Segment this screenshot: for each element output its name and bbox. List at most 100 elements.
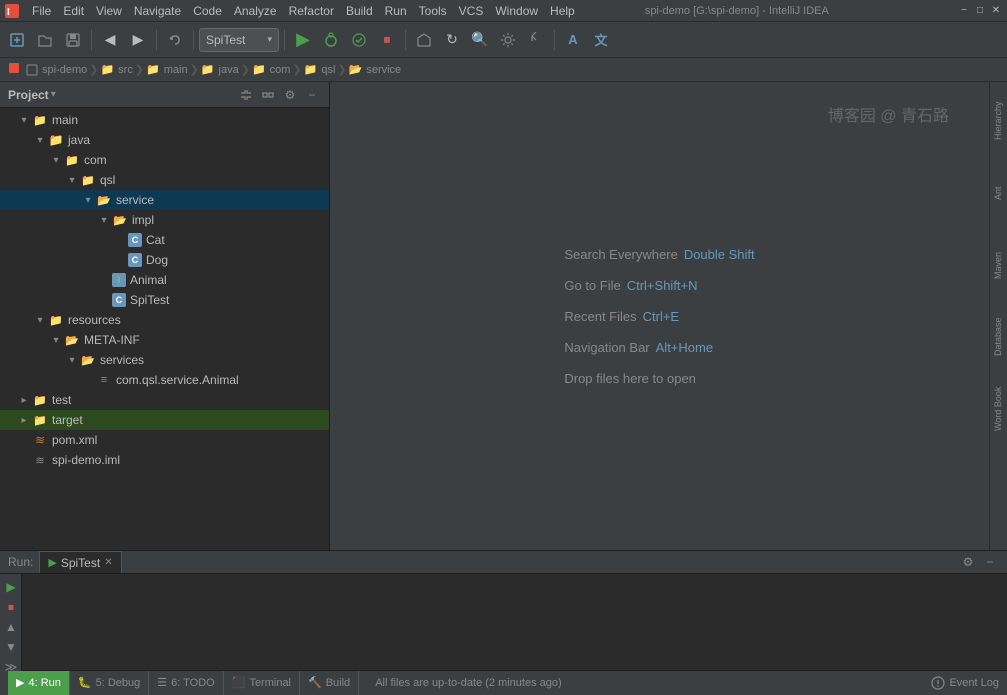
menu-build[interactable]: Build — [340, 2, 379, 20]
expand-arrow-qsl[interactable]: ▾ — [64, 175, 80, 186]
open-button[interactable] — [32, 27, 58, 53]
tree-item-cat[interactable]: ▸ C Cat — [0, 230, 329, 250]
expand-all-button[interactable] — [237, 86, 255, 104]
tree-item-qsl[interactable]: ▾ 📁 qsl — [0, 170, 329, 190]
breadcrumb-com[interactable]: 📁 com — [252, 63, 290, 76]
statusbar-tab-debug[interactable]: 🐛 5: Debug — [70, 671, 149, 695]
expand-arrow-service[interactable]: ▾ — [80, 195, 96, 206]
menu-edit[interactable]: Edit — [57, 2, 90, 20]
menu-refactor[interactable]: Refactor — [283, 2, 340, 20]
settings-button[interactable] — [495, 27, 521, 53]
minimize-button[interactable]: − — [957, 4, 971, 18]
collapse-all-button[interactable] — [259, 86, 277, 104]
breadcrumb-main[interactable]: 📁 main — [146, 63, 188, 76]
build-button[interactable] — [411, 27, 437, 53]
expand-arrow-services[interactable]: ▾ — [64, 355, 80, 366]
menu-help[interactable]: Help — [544, 2, 581, 20]
statusbar-tab-build[interactable]: 🔨 Build — [300, 671, 359, 695]
tree-item-dog[interactable]: ▸ C Dog — [0, 250, 329, 270]
run-tab-close-icon[interactable]: ✕ — [104, 557, 112, 568]
search-button[interactable]: 🔍 — [467, 27, 493, 53]
right-tab-hierarchy[interactable]: Hierarchy — [991, 86, 1007, 156]
event-log-button[interactable]: Event Log — [931, 676, 999, 690]
breadcrumb-spi-demo[interactable]: spi-demo — [26, 64, 87, 76]
breadcrumb-service[interactable]: 📂 service — [349, 63, 402, 76]
right-tab-maven[interactable]: Maven — [991, 230, 1007, 300]
tree-item-animal[interactable]: ▸ I Animal — [0, 270, 329, 290]
settings-gear-icon[interactable]: ⚙ — [281, 86, 299, 104]
maximize-button[interactable]: □ — [973, 4, 987, 18]
tree-item-services[interactable]: ▾ 📂 services — [0, 350, 329, 370]
run-stop-button[interactable]: ⏹ — [2, 598, 20, 616]
menu-navigate[interactable]: Navigate — [128, 2, 187, 20]
expand-arrow-main[interactable]: ▾ — [16, 115, 32, 126]
menu-view[interactable]: View — [90, 2, 128, 20]
expand-arrow-resources[interactable]: ▾ — [32, 315, 48, 326]
statusbar-tab-terminal[interactable]: ⬛ Terminal — [224, 671, 300, 695]
right-tab-wordbook[interactable]: Word Book — [991, 374, 1007, 444]
menu-run[interactable]: Run — [379, 2, 413, 20]
back-button[interactable]: ◀ — [97, 27, 123, 53]
undo-button[interactable] — [162, 27, 188, 53]
run-configuration-selector[interactable]: SpiTest ▾ — [199, 28, 279, 52]
statusbar-tab-run[interactable]: ▶ 4: Run — [8, 671, 70, 695]
tree-item-spitest[interactable]: ▸ C SpiTest — [0, 290, 329, 310]
translate-2-button[interactable]: 文 — [588, 27, 614, 53]
right-tab-database[interactable]: Database — [991, 302, 1007, 372]
tree-item-target[interactable]: ▸ 📁 target — [0, 410, 329, 430]
expand-arrow-impl[interactable]: ▾ — [96, 215, 112, 226]
menu-window[interactable]: Window — [489, 2, 544, 20]
menu-vcs[interactable]: VCS — [453, 2, 490, 20]
goto-file-label: Go to File — [564, 278, 620, 293]
run-button[interactable]: ▶ — [290, 27, 316, 53]
expand-arrow-meta-inf[interactable]: ▾ — [48, 335, 64, 346]
expand-arrow-target[interactable]: ▸ — [16, 415, 32, 426]
run-tab-spitest[interactable]: ▶ SpiTest ✕ — [39, 551, 121, 573]
src-folder-icon-java: 📁 — [48, 132, 64, 148]
statusbar-tab-todo[interactable]: ☰ 6: TODO — [149, 671, 223, 695]
forward-button[interactable]: ▶ — [125, 27, 151, 53]
tree-label-services: services — [100, 353, 144, 367]
run-minimize-button[interactable]: − — [981, 553, 999, 571]
tree-item-test[interactable]: ▸ 📁 test — [0, 390, 329, 410]
tree-item-meta-inf[interactable]: ▾ 📂 META-INF — [0, 330, 329, 350]
close-panel-button[interactable]: − — [303, 86, 321, 104]
separator-3 — [193, 30, 194, 50]
new-project-button[interactable] — [4, 27, 30, 53]
tree-item-java[interactable]: ▾ 📁 java — [0, 130, 329, 150]
menubar: I File Edit View Navigate Code Analyze R… — [0, 0, 1007, 22]
run-with-coverage-button[interactable] — [346, 27, 372, 53]
tree-item-service[interactable]: ▾ 📂 service — [0, 190, 329, 210]
run-scroll-up-button[interactable]: ▲ — [2, 618, 20, 636]
tree-item-iml[interactable]: ▸ ≋ spi-demo.iml — [0, 450, 329, 470]
right-tab-ant[interactable]: Ant — [991, 158, 1007, 228]
tree-item-impl[interactable]: ▾ 📂 impl — [0, 210, 329, 230]
menu-file[interactable]: File — [26, 2, 57, 20]
close-button[interactable]: ✕ — [989, 4, 1003, 18]
expand-arrow-test[interactable]: ▸ — [16, 395, 32, 406]
sync-button[interactable]: ↻ — [439, 27, 465, 53]
stop-button[interactable]: ⏹ — [374, 27, 400, 53]
menu-tools[interactable]: Tools — [413, 2, 453, 20]
vcs-button[interactable] — [523, 27, 549, 53]
tree-item-pom[interactable]: ▸ ≋ pom.xml — [0, 430, 329, 450]
breadcrumb-java[interactable]: 📁 java — [201, 63, 239, 76]
expand-arrow-com[interactable]: ▾ — [48, 155, 64, 166]
shortcut-drop-files: Drop files here to open — [564, 371, 754, 386]
translate-button[interactable]: A — [560, 27, 586, 53]
menu-analyze[interactable]: Analyze — [228, 2, 283, 20]
tree-item-service-file[interactable]: ▸ ≡ com.qsl.service.Animal — [0, 370, 329, 390]
run-scroll-down-button[interactable]: ▼ — [2, 638, 20, 656]
breadcrumb-src[interactable]: 📁 src — [100, 63, 132, 76]
expand-arrow-java[interactable]: ▾ — [32, 135, 48, 146]
run-output — [22, 574, 1007, 680]
tree-item-com[interactable]: ▾ 📁 com — [0, 150, 329, 170]
save-button[interactable] — [60, 27, 86, 53]
tree-item-resources[interactable]: ▾ 📁 resources — [0, 310, 329, 330]
menu-code[interactable]: Code — [187, 2, 228, 20]
tree-item-main[interactable]: ▾ 📁 main — [0, 110, 329, 130]
run-play-button[interactable]: ▶ — [2, 578, 20, 596]
run-settings-button[interactable]: ⚙ — [959, 553, 977, 571]
debug-button[interactable] — [318, 27, 344, 53]
breadcrumb-qsl[interactable]: 📁 qsl — [304, 63, 336, 76]
